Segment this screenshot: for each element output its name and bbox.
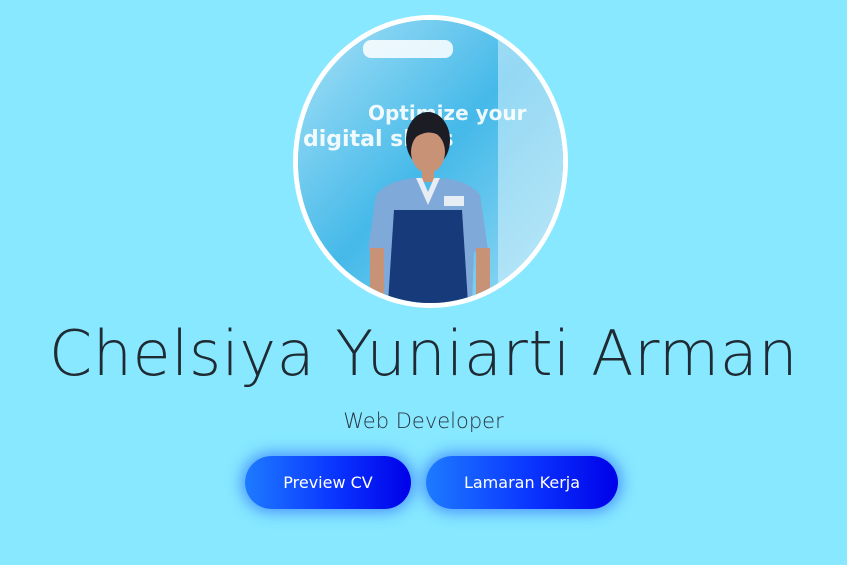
profile-photo-illustration: Optimize your digital skills bbox=[298, 20, 563, 303]
profile-role: Web Developer bbox=[343, 409, 504, 433]
page: Optimize your digital skills Chelsiya Yu… bbox=[0, 0, 847, 565]
lamaran-kerja-button[interactable]: Lamaran Kerja bbox=[426, 456, 618, 509]
profile-photo: Optimize your digital skills bbox=[293, 15, 568, 308]
profile-name: Chelsiya Yuniarti Arman bbox=[48, 317, 799, 390]
backdrop-text-top: Optimize your bbox=[368, 101, 527, 125]
preview-cv-button[interactable]: Preview CV bbox=[245, 456, 411, 509]
